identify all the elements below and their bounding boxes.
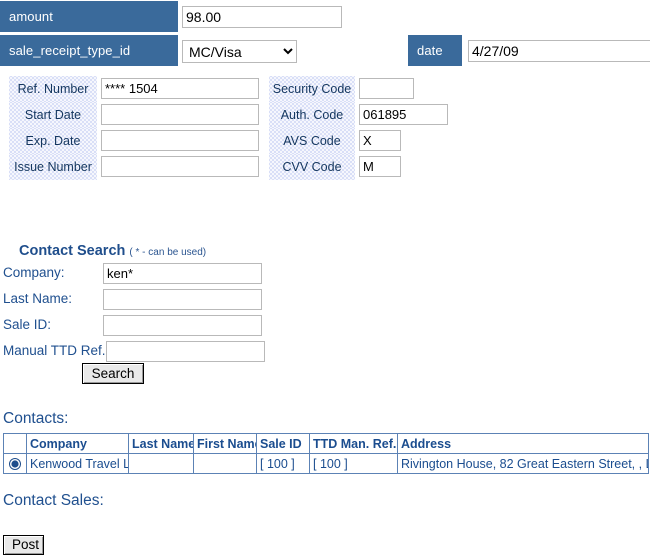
security-code-label: Security Code (269, 76, 355, 102)
sale-receipt-type-select[interactable]: MC/Visa (182, 40, 297, 63)
issue-number-label: Issue Number (9, 154, 97, 180)
last-name-input[interactable] (103, 289, 262, 310)
column-header-company: Company (26, 433, 129, 454)
column-header-first-name: First Name (193, 433, 257, 454)
contact-search-title: Contact Search (19, 243, 126, 259)
cell-first-name (193, 453, 257, 474)
security-code-input[interactable] (359, 78, 414, 99)
table-row[interactable]: Kenwood Travel Ltd [ 100 ] [ 100 ] Rivin… (3, 453, 649, 474)
exp-date-label: Exp. Date (9, 128, 97, 154)
column-header-sale-id: Sale ID (256, 433, 310, 454)
date-label: date (408, 35, 462, 66)
sale-receipt-type-label: sale_receipt_type_id (0, 35, 178, 66)
start-date-input[interactable] (101, 104, 259, 125)
start-date-label: Start Date (9, 102, 97, 128)
contact-search-hint: ( * - can be used) (129, 247, 207, 258)
date-input[interactable] (468, 40, 650, 62)
sale-id-label: Sale ID: (3, 317, 52, 332)
auth-code-input[interactable] (359, 104, 448, 125)
column-header-select (3, 433, 27, 454)
cell-last-name (128, 453, 194, 474)
cell-company: Kenwood Travel Ltd (26, 453, 129, 474)
cell-sale-id: [ 100 ] (256, 453, 310, 474)
manual-ttd-ref-label: Manual TTD Ref.: (3, 343, 110, 358)
ref-number-label: Ref. Number (9, 76, 97, 102)
row-select-radio[interactable] (9, 458, 21, 471)
contacts-table-header-row: Company Last Name First Name Sale ID TTD… (3, 433, 649, 454)
column-header-last-name: Last Name (128, 433, 194, 454)
exp-date-input[interactable] (101, 130, 259, 151)
avs-code-input[interactable] (359, 130, 401, 151)
cvv-code-input[interactable] (359, 156, 401, 177)
sale-id-input[interactable] (103, 315, 262, 336)
last-name-label: Last Name: (3, 291, 73, 306)
cell-address: Rivington House, 82 Great Eastern Street… (397, 453, 649, 474)
issue-number-input[interactable] (101, 156, 259, 177)
cell-ttd-man-ref: [ 100 ] (309, 453, 398, 474)
company-input[interactable] (103, 263, 262, 284)
amount-input[interactable] (182, 6, 342, 28)
contacts-table: Company Last Name First Name Sale ID TTD… (3, 433, 649, 474)
contacts-title: Contacts: (3, 410, 69, 427)
column-header-ttd-man-ref: TTD Man. Ref. (309, 433, 398, 454)
cvv-code-label: CVV Code (269, 154, 355, 180)
search-button[interactable]: Search (82, 363, 144, 384)
contact-search-heading: Contact Search ( * - can be used) (19, 243, 206, 259)
column-header-address: Address (397, 433, 649, 454)
contact-sales-title: Contact Sales: (3, 492, 104, 509)
manual-ttd-ref-input[interactable] (106, 341, 265, 362)
company-label: Company: (3, 265, 65, 280)
auth-code-label: Auth. Code (269, 102, 355, 128)
row-select-cell[interactable] (3, 453, 27, 474)
ref-number-input[interactable] (101, 78, 259, 99)
amount-label: amount (0, 1, 178, 32)
avs-code-label: AVS Code (269, 128, 355, 154)
post-button[interactable]: Post (3, 535, 44, 555)
